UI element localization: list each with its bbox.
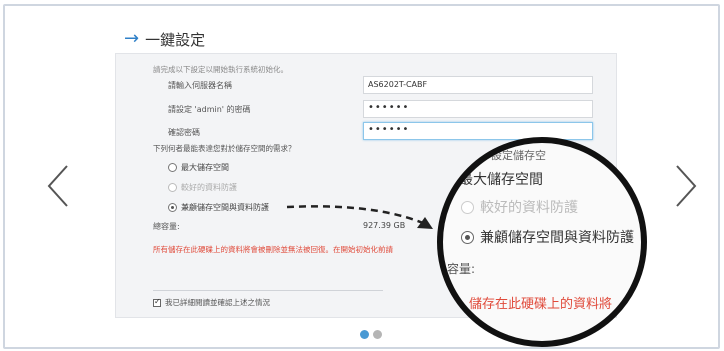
magnified-option-label: 最大儲存空間	[459, 172, 543, 188]
confirm-checkbox-row[interactable]: 我已詳細閱讀並確認上述之情況	[153, 297, 270, 308]
pager-dot-active[interactable]	[360, 330, 369, 339]
magnified-warning: 儲存在此硬碟上的資料將	[469, 297, 613, 312]
divider	[153, 290, 383, 291]
radio-icon	[461, 200, 474, 214]
confirm-label: 我已詳細閱讀並確認上述之情況	[165, 298, 270, 307]
admin-password-label: 請設定 'admin' 的密碼	[168, 105, 251, 114]
server-name-input[interactable]: AS6202T-CABF	[363, 76, 593, 94]
radio-icon[interactable]	[168, 163, 177, 172]
option-label: 兼顧儲存空間與資料防護	[181, 203, 269, 212]
wizard-frame: → 一鍵設定 請完成以下設定以開始執行系統初始化。 請輸入伺服器名稱 AS620…	[3, 4, 720, 349]
checkbox-checked-icon[interactable]	[153, 297, 161, 307]
intro-text: 請完成以下設定以開始執行系統初始化。	[153, 65, 288, 74]
next-slide-icon[interactable]	[673, 164, 699, 208]
radio-selected-icon	[461, 230, 474, 244]
server-name-label: 請輸入伺服器名稱	[168, 81, 232, 90]
radio-icon	[168, 183, 177, 192]
arrow-right-icon: →	[124, 28, 140, 49]
previous-slide-icon[interactable]	[45, 164, 71, 208]
page-title-text: 一鍵設定	[145, 30, 206, 49]
admin-password-input[interactable]: ••••••	[363, 100, 593, 118]
magnified-option-label: 較好的資料防護	[480, 200, 578, 216]
option-label: 最大儲存空間	[181, 163, 229, 172]
magnified-option-label: 兼顧儲存空間與資料防護	[480, 230, 634, 246]
warning-text: 所有儲存在此硬碟上的資料將會被刪除並無法被回復。在開始初始化前請	[153, 245, 393, 254]
option-max-storage[interactable]: 最大儲存空間	[168, 162, 229, 173]
magnified-question-fragment: 設定儲存空	[491, 149, 546, 162]
slide-pager	[360, 330, 382, 339]
option-data-protection: 較好的資料防護	[168, 182, 237, 193]
option-label: 較好的資料防護	[181, 183, 237, 192]
magnifier-callout: 設定儲存空 最大儲存空間 較好的資料防護 兼顧儲存空間與資料防護 容量: 儲存在…	[437, 137, 647, 347]
magnified-capacity-label: 容量:	[447, 262, 476, 276]
capacity-label: 總容量:	[153, 222, 180, 231]
dashed-pointer-arrow-icon	[286, 205, 433, 229]
confirm-password-label: 確認密碼	[168, 128, 200, 137]
confirm-password-input[interactable]: ••••••	[363, 122, 593, 140]
magnified-option-protect: 較好的資料防護	[461, 197, 578, 217]
storage-question: 下列何者最能表達您對於儲存空間的需求？	[153, 144, 296, 153]
page-title: → 一鍵設定	[124, 28, 205, 50]
option-balanced[interactable]: 兼顧儲存空間與資料防護	[168, 202, 269, 213]
magnified-option-max: 最大儲存空間	[459, 169, 543, 189]
magnified-option-balance: 兼顧儲存空間與資料防護	[461, 227, 634, 247]
pager-dot[interactable]	[373, 330, 382, 339]
radio-selected-icon[interactable]	[168, 203, 177, 212]
